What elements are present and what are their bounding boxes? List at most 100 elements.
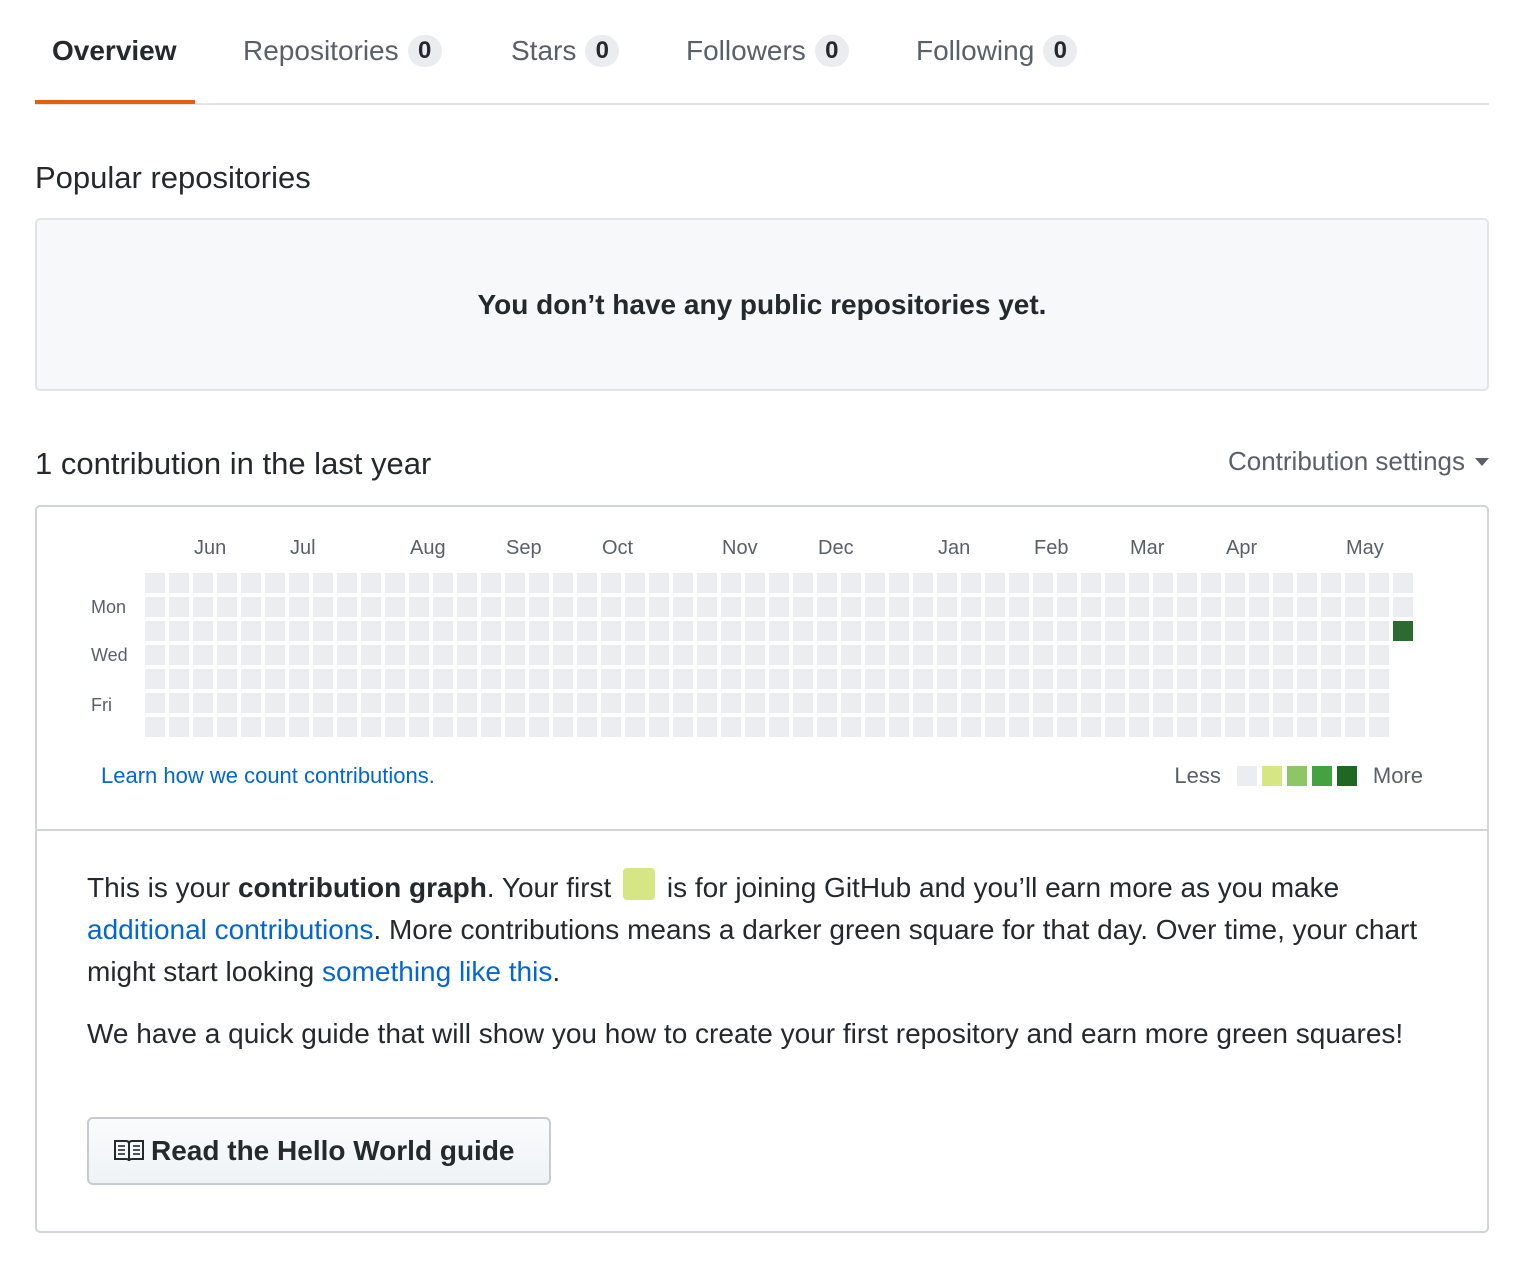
contribution-day[interactable] bbox=[697, 645, 717, 665]
contribution-day[interactable] bbox=[313, 573, 333, 593]
contribution-day[interactable] bbox=[241, 645, 261, 665]
contribution-day[interactable] bbox=[1249, 621, 1269, 641]
contribution-day[interactable] bbox=[289, 621, 309, 641]
contribution-day[interactable] bbox=[1009, 645, 1029, 665]
contribution-day[interactable] bbox=[961, 669, 981, 689]
contribution-day[interactable] bbox=[169, 717, 189, 737]
contribution-day[interactable] bbox=[553, 693, 573, 713]
contribution-day[interactable] bbox=[649, 573, 669, 593]
contribution-day[interactable] bbox=[217, 621, 237, 641]
contribution-day[interactable] bbox=[433, 717, 453, 737]
contribution-day[interactable] bbox=[841, 693, 861, 713]
contribution-day[interactable] bbox=[505, 645, 525, 665]
contribution-day[interactable] bbox=[145, 597, 165, 617]
contribution-day[interactable] bbox=[865, 573, 885, 593]
contribution-day[interactable] bbox=[193, 717, 213, 737]
contribution-day[interactable] bbox=[433, 621, 453, 641]
contribution-day[interactable] bbox=[409, 717, 429, 737]
tab-stars[interactable]: Stars 0 bbox=[511, 31, 620, 71]
contribution-day[interactable] bbox=[265, 573, 285, 593]
contribution-day[interactable] bbox=[1273, 669, 1293, 689]
contribution-day[interactable] bbox=[553, 597, 573, 617]
contribution-day[interactable] bbox=[625, 669, 645, 689]
contribution-day[interactable] bbox=[1177, 597, 1197, 617]
contribution-day[interactable] bbox=[169, 645, 189, 665]
contribution-day[interactable] bbox=[601, 693, 621, 713]
contribution-day[interactable] bbox=[361, 597, 381, 617]
contribution-day[interactable] bbox=[289, 645, 309, 665]
contribution-day[interactable] bbox=[697, 717, 717, 737]
contribution-day[interactable] bbox=[769, 645, 789, 665]
contribution-day[interactable] bbox=[1393, 597, 1413, 617]
contribution-day[interactable] bbox=[457, 621, 477, 641]
contribution-day[interactable] bbox=[769, 573, 789, 593]
contribution-day[interactable] bbox=[913, 597, 933, 617]
contribution-day[interactable] bbox=[1369, 645, 1389, 665]
contribution-day[interactable] bbox=[1249, 573, 1269, 593]
contribution-day[interactable] bbox=[721, 693, 741, 713]
contribution-day[interactable] bbox=[145, 717, 165, 737]
contribution-day[interactable] bbox=[721, 645, 741, 665]
contribution-day[interactable] bbox=[841, 573, 861, 593]
contribution-day[interactable] bbox=[217, 693, 237, 713]
contribution-day[interactable] bbox=[745, 717, 765, 737]
contribution-day[interactable] bbox=[529, 717, 549, 737]
contribution-day[interactable] bbox=[985, 573, 1005, 593]
contribution-day[interactable] bbox=[1009, 573, 1029, 593]
contribution-day[interactable] bbox=[553, 717, 573, 737]
contribution-day[interactable] bbox=[577, 645, 597, 665]
contribution-day[interactable] bbox=[865, 717, 885, 737]
contribution-day[interactable] bbox=[1153, 573, 1173, 593]
contribution-day[interactable] bbox=[1273, 693, 1293, 713]
contribution-day[interactable] bbox=[937, 693, 957, 713]
contribution-day[interactable] bbox=[1321, 597, 1341, 617]
contribution-day[interactable] bbox=[1297, 693, 1317, 713]
contribution-day[interactable] bbox=[577, 669, 597, 689]
contribution-day[interactable] bbox=[409, 573, 429, 593]
contribution-day[interactable] bbox=[1033, 597, 1053, 617]
contribution-day[interactable] bbox=[1225, 645, 1245, 665]
contribution-day[interactable] bbox=[841, 597, 861, 617]
contribution-day[interactable] bbox=[985, 597, 1005, 617]
contribution-day[interactable] bbox=[1177, 717, 1197, 737]
contribution-day[interactable] bbox=[625, 621, 645, 641]
tab-following[interactable]: Following 0 bbox=[916, 31, 1078, 71]
contribution-day[interactable] bbox=[769, 693, 789, 713]
contribution-day[interactable] bbox=[385, 693, 405, 713]
contribution-day[interactable] bbox=[1345, 645, 1365, 665]
contribution-day[interactable] bbox=[337, 597, 357, 617]
contribution-day[interactable] bbox=[361, 573, 381, 593]
contribution-day[interactable] bbox=[529, 597, 549, 617]
contribution-day[interactable] bbox=[649, 597, 669, 617]
contribution-day[interactable] bbox=[793, 693, 813, 713]
contribution-day[interactable] bbox=[889, 621, 909, 641]
contribution-day[interactable] bbox=[1345, 621, 1365, 641]
contribution-day[interactable] bbox=[937, 645, 957, 665]
contribution-day[interactable] bbox=[697, 573, 717, 593]
contribution-day[interactable] bbox=[1153, 669, 1173, 689]
contribution-day[interactable] bbox=[1297, 573, 1317, 593]
contribution-day[interactable] bbox=[241, 717, 261, 737]
contribution-day[interactable] bbox=[1057, 693, 1077, 713]
contribution-day[interactable] bbox=[481, 621, 501, 641]
contribution-day[interactable] bbox=[745, 597, 765, 617]
contribution-day[interactable] bbox=[433, 693, 453, 713]
contribution-day[interactable] bbox=[529, 645, 549, 665]
contribution-day[interactable] bbox=[553, 645, 573, 665]
contribution-day[interactable] bbox=[1369, 597, 1389, 617]
contribution-day[interactable] bbox=[1033, 693, 1053, 713]
contribution-day[interactable] bbox=[217, 645, 237, 665]
contribution-day[interactable] bbox=[1081, 597, 1101, 617]
contribution-day[interactable] bbox=[145, 621, 165, 641]
contribution-day[interactable] bbox=[889, 597, 909, 617]
contribution-day[interactable] bbox=[961, 621, 981, 641]
contribution-day[interactable] bbox=[313, 645, 333, 665]
contribution-day[interactable] bbox=[1129, 669, 1149, 689]
contribution-day[interactable] bbox=[1105, 645, 1125, 665]
contribution-day[interactable] bbox=[577, 621, 597, 641]
contribution-day[interactable] bbox=[529, 573, 549, 593]
contribution-day[interactable] bbox=[793, 645, 813, 665]
contribution-day[interactable] bbox=[1321, 717, 1341, 737]
contribution-day[interactable] bbox=[1249, 645, 1269, 665]
contribution-day[interactable] bbox=[433, 645, 453, 665]
